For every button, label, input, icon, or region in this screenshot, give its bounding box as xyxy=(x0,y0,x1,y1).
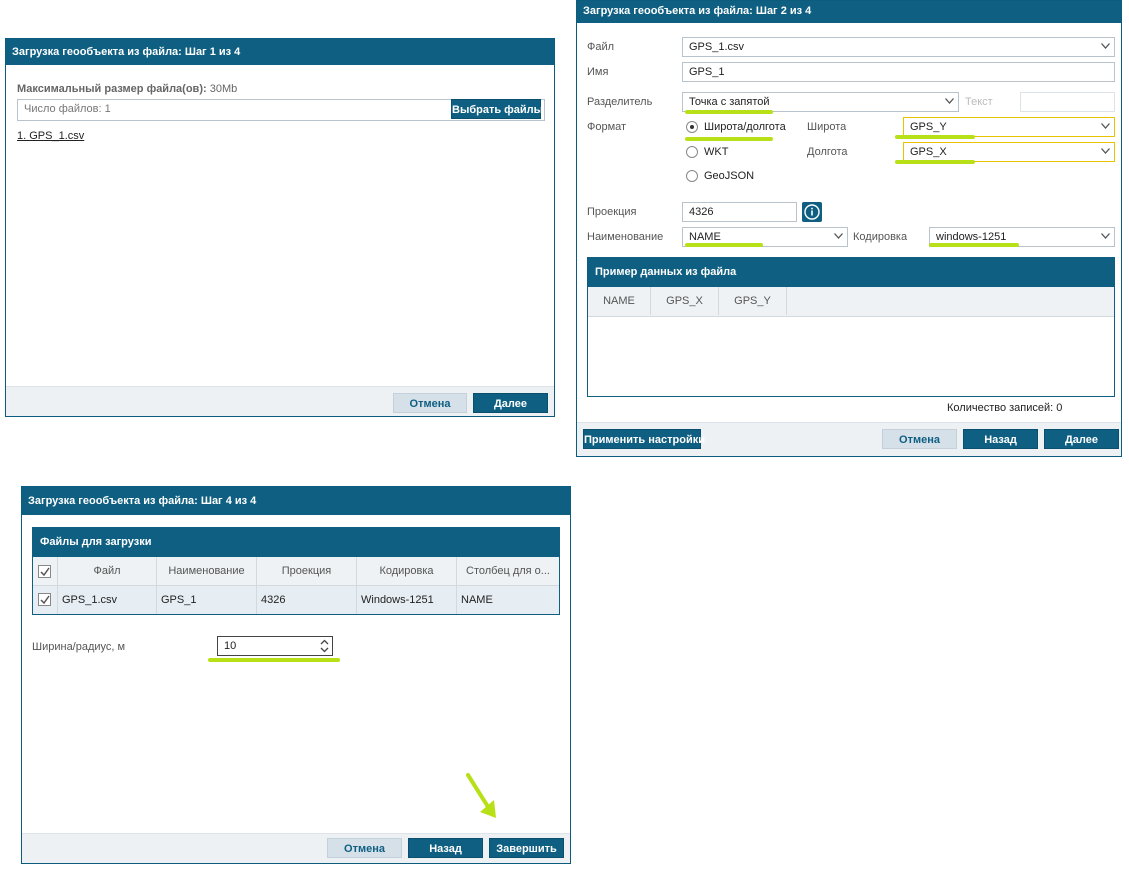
info-icon[interactable] xyxy=(802,202,822,222)
step2-dialog: Загрузка геообъекта из файла: Шаг 2 из 4… xyxy=(576,0,1122,457)
highlight-underline xyxy=(685,137,773,141)
stepper-arrows-icon[interactable] xyxy=(320,639,329,655)
finish-button[interactable]: Завершить xyxy=(489,838,564,858)
max-size-value: 30Mb xyxy=(209,83,238,95)
radius-label: Ширина/радиус, м xyxy=(32,641,126,653)
step2-next-button[interactable]: Далее xyxy=(1044,429,1119,449)
max-size-label-text: Максимальный размер файла(ов): xyxy=(17,83,207,95)
naming-label: Наименование xyxy=(587,231,664,243)
highlight-underline xyxy=(685,110,773,114)
cell-file: GPS_1.csv xyxy=(58,586,157,614)
files-count-text: Число файлов: 1 xyxy=(24,103,111,115)
chevron-down-icon xyxy=(1101,123,1110,131)
sample-col-gpsy[interactable]: GPS_Y xyxy=(719,287,787,315)
header-checkbox-cell xyxy=(33,557,58,585)
col-name-column[interactable]: Столбец для о... xyxy=(457,557,559,585)
col-projection[interactable]: Проекция xyxy=(257,557,357,585)
records-count: Количество записей: 0 xyxy=(947,402,1063,414)
chevron-down-icon xyxy=(945,98,954,106)
table-row[interactable]: GPS_1.csv GPS_1 4326 Windows-1251 NAME xyxy=(33,586,559,614)
text-label: Текст xyxy=(965,96,993,108)
chevron-down-icon xyxy=(1101,148,1110,156)
projection-label: Проекция xyxy=(587,206,637,218)
radio-geojson-label[interactable]: GeoJSON xyxy=(704,170,754,182)
highlight-underline xyxy=(685,243,763,247)
lon-select-value: GPS_X xyxy=(910,146,947,158)
radio-wkt-label[interactable]: WKT xyxy=(704,146,728,158)
step1-footer: Отмена Далее xyxy=(6,386,554,416)
choose-files-button[interactable]: Выбрать файлы xyxy=(451,99,543,119)
name-input[interactable]: GPS_1 xyxy=(682,62,1115,82)
file-label: Файл xyxy=(587,41,615,53)
step1-title: Загрузка геообъекта из файла: Шаг 1 из 4 xyxy=(6,39,554,65)
file-select[interactable]: GPS_1.csv xyxy=(682,37,1115,57)
separator-select[interactable]: Точка с запятой xyxy=(682,92,959,112)
col-file[interactable]: Файл xyxy=(58,557,157,585)
cell-projection: 4326 xyxy=(257,586,357,614)
chevron-down-icon xyxy=(834,233,843,241)
radio-latlon-label[interactable]: Широта/долгота xyxy=(704,121,786,133)
lon-label: Долгота xyxy=(807,146,848,158)
sample-col-gpsx[interactable]: GPS_X xyxy=(651,287,719,315)
file-item-link[interactable]: 1. GPS_1.csv xyxy=(17,130,84,142)
lat-select[interactable]: GPS_Y xyxy=(903,117,1115,137)
sample-table-header: NAME GPS_X GPS_Y xyxy=(588,287,1114,317)
name-label: Имя xyxy=(587,66,609,78)
file-select-value: GPS_1.csv xyxy=(689,41,745,53)
step4-back-button[interactable]: Назад xyxy=(408,838,483,858)
step2-back-button[interactable]: Назад xyxy=(963,429,1038,449)
radio-wkt[interactable] xyxy=(686,146,698,158)
highlight-underline xyxy=(929,243,1019,247)
step4-footer: Отмена Назад Завершить xyxy=(22,833,570,863)
step1-dialog: Загрузка геообъекта из файла: Шаг 1 из 4… xyxy=(5,38,555,417)
arrow-annotation-icon xyxy=(466,773,496,818)
lat-label: Широта xyxy=(807,121,847,133)
step4-title: Загрузка геообъекта из файла: Шаг 4 из 4 xyxy=(22,487,570,515)
radius-stepper-value: 10 xyxy=(224,640,237,652)
step2-footer: Применить настройки Отмена Назад Далее xyxy=(577,422,1121,456)
step1-next-button[interactable]: Далее xyxy=(473,393,548,413)
format-label: Формат xyxy=(587,121,627,133)
radio-latlon[interactable] xyxy=(686,121,698,133)
row-checkbox-cell xyxy=(33,586,58,614)
projection-input[interactable]: 4326 xyxy=(682,202,797,222)
separator-label: Разделитель xyxy=(587,96,653,108)
chevron-down-icon xyxy=(1101,43,1110,51)
cell-name-column: NAME xyxy=(461,594,493,606)
naming-select-value: NAME xyxy=(689,231,721,243)
chevron-down-icon xyxy=(1101,233,1110,241)
step4-cancel-button[interactable]: Отмена xyxy=(327,838,402,858)
col-naming[interactable]: Наименование xyxy=(157,557,257,585)
highlight-underline xyxy=(208,658,340,662)
sample-panel: Пример данных из файла NAME GPS_X GPS_Y xyxy=(587,257,1115,397)
highlight-underline xyxy=(895,135,975,139)
step4-dialog: Загрузка геообъекта из файла: Шаг 4 из 4… xyxy=(21,486,571,864)
name-input-value: GPS_1 xyxy=(689,66,725,78)
lat-select-value: GPS_Y xyxy=(910,121,947,133)
files-panel: Файлы для загрузки Файл Наименование Про… xyxy=(32,527,560,615)
max-size-label: Максимальный размер файла(ов): 30Mb xyxy=(17,83,237,95)
encoding-label: Кодировка xyxy=(853,231,908,243)
sample-panel-title: Пример данных из файла xyxy=(588,258,1114,287)
step2-title: Загрузка геообъекта из файла: Шаг 2 из 4 xyxy=(577,1,1121,23)
projection-input-value: 4326 xyxy=(689,206,714,218)
radius-stepper[interactable]: 10 xyxy=(217,636,333,656)
cell-encoding: Windows-1251 xyxy=(357,586,457,614)
cell-naming: GPS_1 xyxy=(157,586,257,614)
lon-select[interactable]: GPS_X xyxy=(903,142,1115,162)
step2-cancel-button[interactable]: Отмена xyxy=(882,429,957,449)
step1-cancel-button[interactable]: Отмена xyxy=(393,393,467,413)
text-input[interactable] xyxy=(1020,92,1115,112)
radio-geojson[interactable] xyxy=(686,170,698,182)
col-encoding[interactable]: Кодировка xyxy=(357,557,457,585)
separator-select-value: Точка с запятой xyxy=(689,96,770,108)
sample-col-name[interactable]: NAME xyxy=(588,287,651,315)
files-table-header: Файл Наименование Проекция Кодировка Сто… xyxy=(33,557,559,586)
select-all-checkbox[interactable] xyxy=(38,565,51,578)
encoding-select-value: windows-1251 xyxy=(936,231,1007,243)
row-checkbox[interactable] xyxy=(38,593,51,606)
apply-settings-button[interactable]: Применить настройки xyxy=(583,429,705,449)
files-panel-title: Файлы для загрузки xyxy=(33,528,559,557)
highlight-underline xyxy=(895,160,975,164)
